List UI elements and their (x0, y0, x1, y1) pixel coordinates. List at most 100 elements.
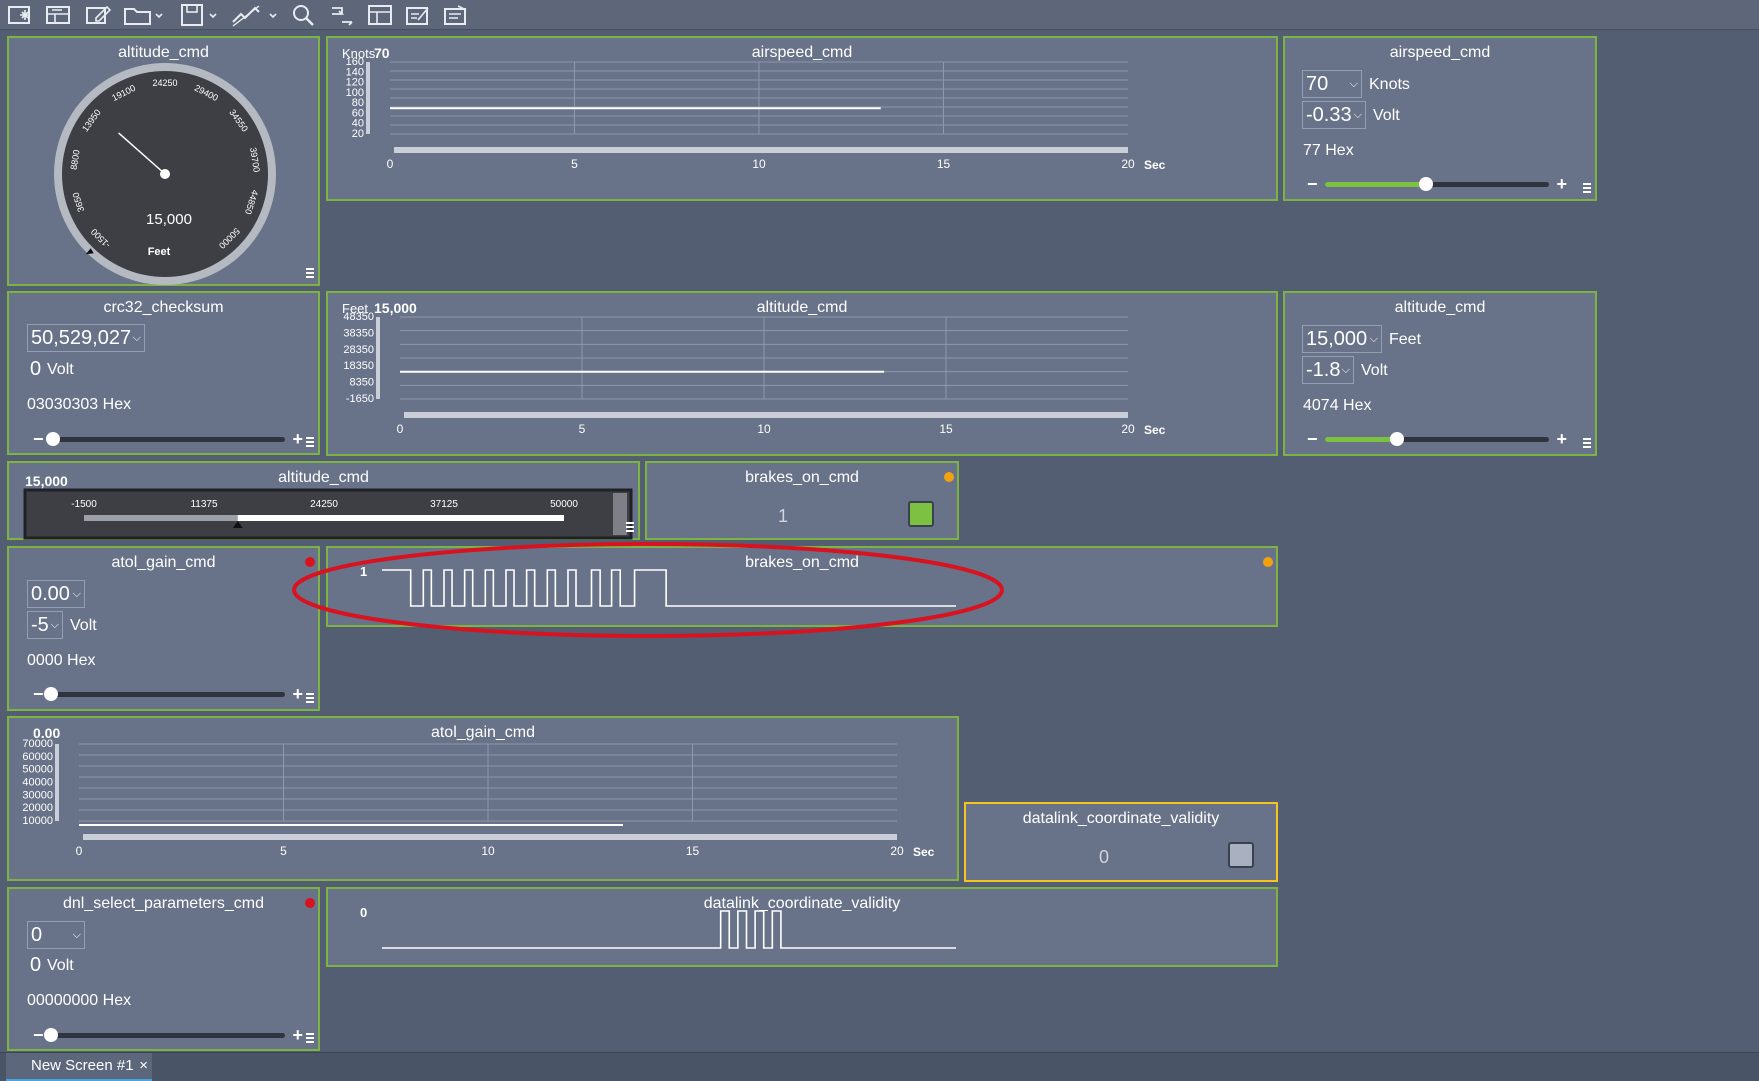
brakes-toggle-button[interactable] (908, 501, 934, 527)
crc-value-select[interactable]: 50,529,027 ⌵ (27, 324, 145, 352)
export-icon[interactable] (442, 2, 470, 28)
slider-thumb[interactable] (44, 687, 58, 701)
volt-unit: Volt (1373, 107, 1400, 124)
airspeed-volt-select[interactable]: -0.33 ⌵ (1302, 101, 1366, 129)
select-value: 50,529,027 (31, 327, 132, 349)
select-value: 70 (1306, 73, 1329, 95)
signal-icon[interactable] (230, 2, 282, 28)
bar-frame (23, 488, 633, 540)
altitude-unit: Feet (1389, 331, 1422, 348)
dnl-value-select[interactable]: 0 ⌵ (27, 921, 85, 949)
table-icon[interactable] (366, 2, 394, 28)
altitude-slider[interactable]: − + (1307, 430, 1567, 448)
chart-y-tick: 70000 (22, 738, 53, 750)
chevron-down-icon: ⌵ (1369, 333, 1378, 345)
tab-new-screen-1[interactable]: New Screen #1 × (6, 1053, 152, 1081)
chart-x-tick: 10 (757, 422, 771, 436)
screen-tab-bar: New Screen #1 × (0, 1052, 1759, 1081)
chart-y-tick: 28350 (343, 344, 374, 356)
plus-icon[interactable]: + (292, 430, 303, 448)
bar-tick-label: -1500 (71, 499, 97, 510)
chart-x-tick: 5 (579, 422, 586, 436)
panel-menu-icon[interactable] (1583, 183, 1591, 193)
select-value: 0 (31, 924, 43, 946)
chart-x-tick: 15 (937, 157, 951, 171)
chart-y-tick: 38350 (343, 327, 374, 339)
altitude-bar-gauge: -1500 11375 24250 37125 50000 (23, 488, 633, 540)
crc-slider[interactable]: − + (33, 430, 303, 448)
gauge-tick-label: 24250 (152, 78, 177, 88)
atol-slider[interactable]: − + (33, 685, 303, 703)
plus-icon[interactable]: + (292, 685, 303, 703)
gauge-panel-altitude: altitude_cmd -1500 3650 8800 13950 19100 2425… (7, 36, 320, 286)
edit-icon[interactable] (84, 2, 112, 28)
chart-x-tick: 15 (939, 422, 953, 436)
close-icon[interactable]: × (139, 1053, 148, 1079)
altitude-value-select[interactable]: 15,000 ⌵ (1302, 325, 1382, 353)
volt-value: 0 (30, 954, 42, 976)
panel-menu-icon[interactable] (306, 437, 314, 447)
slider-track (44, 687, 285, 701)
indicator-value: 0 (1099, 847, 1110, 867)
slider-thumb[interactable] (1389, 432, 1404, 446)
layout-icon[interactable] (44, 2, 72, 28)
save-icon[interactable] (178, 2, 222, 28)
bar-tick-label: 24250 (310, 499, 338, 510)
transfer-icon[interactable] (328, 2, 356, 28)
status-dot (944, 472, 954, 482)
select-value: -1.8 (1306, 359, 1341, 381)
gauge-hub (160, 169, 170, 179)
atol-volt-select[interactable]: -5 ⌵ (27, 611, 63, 639)
datalink-toggle-button[interactable] (1228, 842, 1254, 868)
panel-title: datalink_coordinate_validity (1022, 810, 1220, 827)
panel-menu-icon[interactable] (306, 268, 314, 278)
chart-x-unit: Sec (1144, 158, 1166, 172)
panel-title: crc32_checksum (103, 299, 224, 316)
status-dot (305, 898, 315, 908)
minus-icon[interactable]: − (33, 685, 44, 703)
control-panel-airspeed: airspeed_cmd 70 ⌵ Knots -0.33 ⌵ Volt 77 He… (1283, 36, 1597, 201)
script-icon[interactable] (404, 2, 432, 28)
atol-value-select[interactable]: 0.00 ⌵ (27, 580, 85, 608)
chevron-down-icon: ⌵ (1341, 364, 1350, 376)
chart-y-tick: 8350 (350, 377, 374, 389)
panel-menu-icon[interactable] (1583, 438, 1591, 448)
slider-fill (1325, 182, 1426, 187)
minus-icon[interactable]: − (33, 1026, 44, 1044)
bar-tick-label: 37125 (430, 499, 458, 510)
altitude-volt-select[interactable]: -1.8 ⌵ (1302, 356, 1354, 384)
indicator-panel-datalink[interactable]: datalink_coordinate_validity 0 (964, 802, 1278, 882)
slider-thumb[interactable] (46, 432, 61, 446)
dnl-slider[interactable]: − + (33, 1026, 303, 1044)
chart-x-scrollbar (83, 834, 897, 840)
minus-icon[interactable]: − (33, 430, 44, 448)
volt-unit: Volt (1361, 362, 1388, 379)
panel-menu-icon[interactable] (306, 1033, 314, 1043)
select-value: -5 (31, 614, 49, 636)
panel-menu-icon[interactable] (626, 522, 634, 532)
minus-icon[interactable]: − (1307, 175, 1318, 193)
indicator-value: 1 (778, 506, 789, 526)
plus-icon[interactable]: + (1556, 430, 1567, 448)
airspeed-value-select[interactable]: 70 ⌵ (1302, 70, 1362, 98)
control-panel-atol: atol_gain_cmd 0.00 ⌵ -5 ⌵ Volt 0000 Hex − + (7, 546, 320, 711)
slider-track (44, 1028, 285, 1042)
chart-y-tick: 140 (346, 66, 364, 78)
airspeed-line-chart: Knots70204060801001201401600 5 10 15 20 Sec (342, 45, 1166, 172)
minus-icon[interactable]: − (1307, 430, 1318, 448)
search-icon[interactable] (290, 2, 318, 28)
slider-thumb[interactable] (44, 1028, 58, 1042)
waveform-panel-datalink: datalink_coordinate_validity 0 (326, 887, 1278, 967)
panel-menu-icon[interactable] (306, 693, 314, 703)
altitude-gauge: -1500365088001395019100 24250 294003455039… (54, 63, 276, 285)
chart-y-tick: 80 (352, 97, 364, 109)
new-screen-icon[interactable] (6, 2, 34, 28)
plus-icon[interactable]: + (1556, 175, 1567, 193)
chart-y-tick: 40 (352, 118, 364, 130)
open-folder-icon[interactable] (122, 2, 166, 28)
airspeed-slider[interactable]: − + (1307, 175, 1567, 193)
chart-y-tick: -1650 (346, 393, 374, 405)
plus-icon[interactable]: + (292, 1026, 303, 1044)
slider-thumb[interactable] (1418, 177, 1433, 191)
chart-panel-airspeed: airspeed_cmd Knots 70 20 40 60 80 100 120 140 160… (326, 36, 1278, 201)
